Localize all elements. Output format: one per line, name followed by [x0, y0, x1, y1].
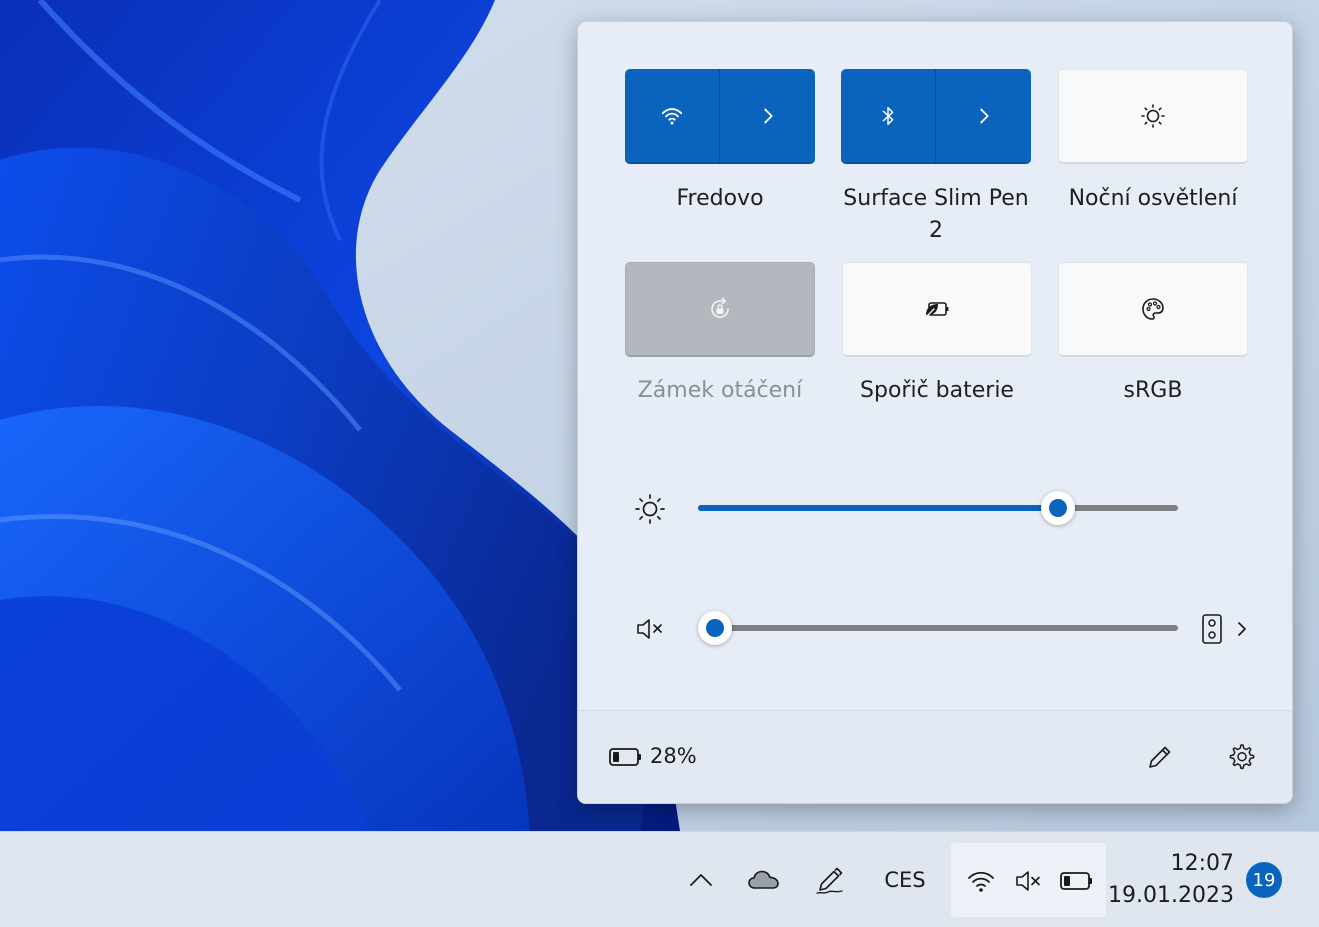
pen-menu-icon — [816, 867, 843, 894]
show-hidden-icons-button[interactable] — [680, 860, 722, 900]
bluetooth-toggle-button[interactable] — [841, 69, 936, 162]
brightness-slider-thumb[interactable] — [1041, 491, 1075, 525]
battery-saver-icon — [926, 302, 949, 317]
quick-settings-panel: Fredovo Surface Slim Pen 2 Noční osvětle… — [577, 21, 1293, 804]
input-language-indicator[interactable]: CES — [876, 860, 934, 900]
palette-icon — [1142, 298, 1164, 320]
wifi-tile — [625, 69, 815, 164]
night-light-tile-label: Noční osvětlení — [1068, 186, 1238, 211]
onedrive-cloud-icon — [748, 870, 779, 889]
chevron-right-icon — [1238, 622, 1246, 636]
gear-icon — [1229, 744, 1255, 770]
rotation-lock-icon — [711, 297, 729, 318]
wifi-toggle-button[interactable] — [625, 69, 720, 162]
battery-percentage[interactable]: 28% — [650, 744, 697, 768]
audio-output-button[interactable] — [1195, 609, 1255, 649]
chevron-right-icon — [979, 108, 989, 123]
quick-settings-footer: 28% — [578, 710, 1292, 803]
rotation-lock-tile[interactable] — [625, 262, 815, 357]
speaker-muted-icon — [1009, 861, 1049, 901]
volume-slider-thumb[interactable] — [698, 611, 732, 645]
bluetooth-tile-label: Surface Slim Pen 2 — [843, 186, 1029, 243]
srgb-tile[interactable] — [1058, 262, 1248, 357]
clock-time: 12:07 — [1170, 851, 1234, 876]
battery-saver-tile[interactable] — [842, 262, 1032, 357]
speaker-muted-icon[interactable] — [628, 611, 672, 647]
clock-date: 19.01.2023 — [1108, 883, 1234, 908]
chevron-right-icon — [763, 108, 773, 123]
edit-quick-settings-button[interactable] — [1138, 735, 1182, 779]
chevron-up-icon — [690, 874, 712, 886]
wifi-icon — [961, 861, 1001, 901]
pen-menu-button[interactable] — [808, 860, 852, 900]
taskbar: CES 12:07 19.01.2023 — [0, 831, 1319, 927]
brightness-icon — [628, 491, 672, 527]
bluetooth-devices-button[interactable] — [936, 69, 1031, 162]
wifi-networks-button[interactable] — [720, 69, 815, 162]
speaker-device-icon — [1202, 614, 1222, 644]
bluetooth-icon — [882, 106, 894, 125]
pencil-icon — [1149, 746, 1171, 768]
brightness-slider[interactable] — [698, 491, 1178, 525]
settings-button[interactable] — [1219, 735, 1263, 779]
night-light-icon — [1141, 104, 1165, 128]
battery-icon — [1057, 861, 1097, 901]
wifi-icon — [661, 107, 683, 124]
network-sound-battery-button[interactable] — [950, 842, 1107, 918]
srgb-tile-label: sRGB — [1123, 378, 1183, 403]
battery-icon — [608, 742, 644, 772]
night-light-tile[interactable] — [1058, 69, 1248, 164]
rotation-lock-tile-label: Zámek otáčení — [637, 378, 803, 403]
brightness-slider-fill — [698, 505, 1058, 511]
clock-button[interactable]: 12:07 19.01.2023 — [1108, 848, 1234, 912]
battery-saver-tile-label: Spořič baterie — [860, 378, 1014, 403]
volume-slider[interactable] — [698, 611, 1178, 645]
onedrive-button[interactable] — [743, 860, 787, 900]
bluetooth-tile — [841, 69, 1031, 164]
wifi-tile-label: Fredovo — [676, 186, 764, 211]
notification-count-badge[interactable]: 19 — [1246, 862, 1282, 898]
